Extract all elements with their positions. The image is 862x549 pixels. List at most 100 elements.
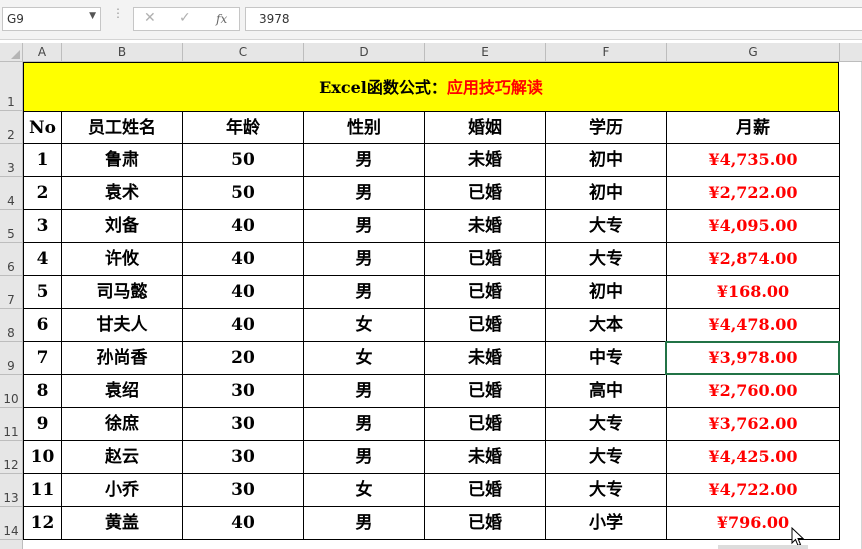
cell-age[interactable]: 40 [183, 243, 304, 276]
cell-education[interactable]: 初中 [546, 177, 667, 210]
cell-monthly-salary[interactable]: ¥4,722.00 [667, 474, 840, 507]
drag-handle-icon[interactable]: ⋮ [112, 7, 124, 19]
row-header-8[interactable]: 8 [0, 309, 23, 342]
cell-no[interactable]: 9 [23, 408, 62, 441]
cell-marital-status[interactable]: 未婚 [425, 342, 546, 375]
cell-marital-status[interactable]: 未婚 [425, 441, 546, 474]
cell-education[interactable]: 大专 [546, 474, 667, 507]
cell-no[interactable]: 11 [23, 474, 62, 507]
cell-age[interactable]: 30 [183, 441, 304, 474]
cell-gender[interactable]: 男 [304, 507, 425, 540]
cell-monthly-salary[interactable]: ¥4,735.00 [667, 144, 840, 177]
row-header-10[interactable]: 10 [0, 375, 23, 408]
cell-gender[interactable]: 男 [304, 177, 425, 210]
cell-marital-status[interactable]: 未婚 [425, 144, 546, 177]
sheet-title-cell[interactable]: Excel函数公式：应用技巧解读 [23, 62, 839, 111]
cell-gender[interactable]: 女 [304, 309, 425, 342]
cell-education[interactable]: 初中 [546, 276, 667, 309]
row-header-6[interactable]: 6 [0, 243, 23, 276]
cell-gender[interactable]: 男 [304, 243, 425, 276]
cell-employee-name[interactable]: 袁绍 [62, 375, 183, 408]
column-header-h[interactable] [840, 43, 862, 62]
cell-marital-status[interactable]: 已婚 [425, 177, 546, 210]
cell-gender[interactable]: 男 [304, 375, 425, 408]
cell-education[interactable]: 小学 [546, 507, 667, 540]
cell-age[interactable]: 30 [183, 408, 304, 441]
cell-monthly-salary[interactable]: ¥4,478.00 [667, 309, 840, 342]
cell-age[interactable]: 40 [183, 276, 304, 309]
cell-age[interactable]: 40 [183, 507, 304, 540]
cell-age[interactable]: 20 [183, 342, 304, 375]
cell-education[interactable]: 大专 [546, 408, 667, 441]
row-header-14[interactable]: 14 [0, 507, 23, 540]
enter-icon[interactable]: ✓ [179, 10, 191, 26]
cell-employee-name[interactable]: 小乔 [62, 474, 183, 507]
cell-education[interactable]: 大本 [546, 309, 667, 342]
header-cell-education[interactable]: 学历 [546, 111, 667, 144]
name-box[interactable]: G9 ▼ [2, 7, 101, 31]
row-header-4[interactable]: 4 [0, 177, 23, 210]
cell-education[interactable]: 高中 [546, 375, 667, 408]
cell-monthly-salary[interactable]: ¥2,722.00 [667, 177, 840, 210]
header-cell-monthly-salary[interactable]: 月薪 [667, 111, 840, 144]
cell-no[interactable]: 1 [23, 144, 62, 177]
header-cell-no[interactable]: No [23, 111, 62, 144]
cell-gender[interactable]: 女 [304, 474, 425, 507]
column-header-f[interactable]: F [546, 43, 667, 62]
cell-marital-status[interactable]: 已婚 [425, 474, 546, 507]
cell-employee-name[interactable]: 刘备 [62, 210, 183, 243]
row-header-3[interactable]: 3 [0, 144, 23, 177]
cancel-icon[interactable]: ✕ [144, 10, 156, 26]
cell-gender[interactable]: 女 [304, 342, 425, 375]
cell-marital-status[interactable]: 已婚 [425, 375, 546, 408]
cell-employee-name[interactable]: 赵云 [62, 441, 183, 474]
row-header-15[interactable] [0, 540, 23, 549]
cell-gender[interactable]: 男 [304, 144, 425, 177]
cell-marital-status[interactable]: 已婚 [425, 243, 546, 276]
cell-age[interactable]: 30 [183, 474, 304, 507]
row-header-1[interactable]: 1 [0, 62, 23, 111]
cell-marital-status[interactable]: 已婚 [425, 507, 546, 540]
formula-input[interactable]: 3978 [245, 7, 862, 31]
cell-age[interactable]: 30 [183, 375, 304, 408]
row-header-2[interactable]: 2 [0, 111, 23, 144]
cell-monthly-salary[interactable]: ¥4,095.00 [667, 210, 840, 243]
row-header-5[interactable]: 5 [0, 210, 23, 243]
cell-gender[interactable]: 男 [304, 441, 425, 474]
cell-marital-status[interactable]: 已婚 [425, 408, 546, 441]
cell-no[interactable]: 5 [23, 276, 62, 309]
cell-monthly-salary[interactable]: ¥796.00 [667, 507, 840, 540]
cell-monthly-salary[interactable]: ¥2,874.00 [667, 243, 840, 276]
cell-employee-name[interactable]: 黄盖 [62, 507, 183, 540]
cell-employee-name[interactable]: 徐庶 [62, 408, 183, 441]
row-header-7[interactable]: 7 [0, 276, 23, 309]
cell-no[interactable]: 4 [23, 243, 62, 276]
cell-education[interactable]: 大专 [546, 243, 667, 276]
row-header-13[interactable]: 13 [0, 474, 23, 507]
cell-employee-name[interactable]: 鲁肃 [62, 144, 183, 177]
column-header-c[interactable]: C [183, 43, 304, 62]
cell-monthly-salary[interactable]: ¥4,425.00 [667, 441, 840, 474]
cell-marital-status[interactable]: 未婚 [425, 210, 546, 243]
cell-no[interactable]: 12 [23, 507, 62, 540]
cell-education[interactable]: 大专 [546, 441, 667, 474]
cell-no[interactable]: 3 [23, 210, 62, 243]
cell-monthly-salary[interactable]: ¥3,978.00 [667, 342, 840, 375]
cell-age[interactable]: 50 [183, 177, 304, 210]
cell-employee-name[interactable]: 孙尚香 [62, 342, 183, 375]
cell-gender[interactable]: 男 [304, 276, 425, 309]
row-header-11[interactable]: 11 [0, 408, 23, 441]
cell-no[interactable]: 10 [23, 441, 62, 474]
row-header-12[interactable]: 12 [0, 441, 23, 474]
header-cell-age[interactable]: 年龄 [183, 111, 304, 144]
cell-monthly-salary[interactable]: ¥3,762.00 [667, 408, 840, 441]
column-header-b[interactable]: B [62, 43, 183, 62]
cell-gender[interactable]: 男 [304, 210, 425, 243]
column-header-g[interactable]: G [667, 43, 840, 62]
column-header-e[interactable]: E [425, 43, 546, 62]
cell-no[interactable]: 6 [23, 309, 62, 342]
header-cell-marital-status[interactable]: 婚姻 [425, 111, 546, 144]
cell-education[interactable]: 中专 [546, 342, 667, 375]
cell-employee-name[interactable]: 司马懿 [62, 276, 183, 309]
cell-age[interactable]: 40 [183, 210, 304, 243]
